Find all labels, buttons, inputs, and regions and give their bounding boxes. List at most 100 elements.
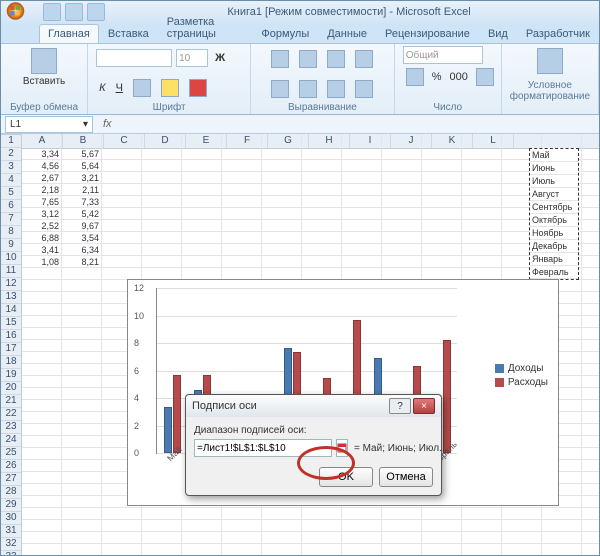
- cell-A3[interactable]: 2,67: [22, 172, 62, 184]
- undo-icon[interactable]: [65, 3, 83, 21]
- align-left[interactable]: [268, 78, 292, 100]
- row-header-2[interactable]: 2: [1, 148, 21, 161]
- row-header-8[interactable]: 8: [1, 226, 21, 239]
- italic-button[interactable]: К: [96, 80, 108, 96]
- tab-developer[interactable]: Разработчик: [517, 24, 599, 43]
- cell-B4[interactable]: 2,11: [62, 184, 102, 196]
- tab-formulas[interactable]: Формулы: [252, 24, 318, 43]
- align-middle[interactable]: [296, 48, 320, 70]
- cell-A7[interactable]: 2,52: [22, 220, 62, 232]
- font-color-button[interactable]: [186, 77, 210, 99]
- paste-button[interactable]: [28, 46, 60, 76]
- dialog-titlebar[interactable]: Подписи оси ? ×: [186, 395, 441, 417]
- cell-A4[interactable]: 2,18: [22, 184, 62, 196]
- cell-B3[interactable]: 3,21: [62, 172, 102, 184]
- cell-B10[interactable]: 8,21: [62, 256, 102, 268]
- ok-button[interactable]: OK: [319, 467, 373, 487]
- row-header-14[interactable]: 14: [1, 304, 21, 317]
- row-header-15[interactable]: 15: [1, 317, 21, 330]
- cell-L-Февраль[interactable]: Февраль: [530, 266, 578, 279]
- row-header-27[interactable]: 27: [1, 473, 21, 486]
- cell-B7[interactable]: 9,67: [62, 220, 102, 232]
- cell-B6[interactable]: 5,42: [62, 208, 102, 220]
- row-header-10[interactable]: 10: [1, 252, 21, 265]
- cell-B5[interactable]: 7,33: [62, 196, 102, 208]
- cancel-button[interactable]: Отмена: [379, 467, 433, 487]
- wrap-text[interactable]: [352, 48, 376, 70]
- row-header-12[interactable]: 12: [1, 278, 21, 291]
- currency-button[interactable]: [403, 66, 427, 88]
- font-size-select[interactable]: 10: [176, 49, 208, 67]
- tab-data[interactable]: Данные: [318, 24, 376, 43]
- cell-L-Январь[interactable]: Январь: [530, 253, 578, 266]
- dialog-close-button[interactable]: ×: [413, 398, 435, 414]
- row-header-32[interactable]: 32: [1, 538, 21, 551]
- tab-insert[interactable]: Вставка: [99, 24, 158, 43]
- cell-A8[interactable]: 6,88: [22, 232, 62, 244]
- cell-A2[interactable]: 4,56: [22, 160, 62, 172]
- align-bottom[interactable]: [324, 48, 348, 70]
- bold-button[interactable]: Ж: [212, 50, 228, 66]
- cell-L-Декабрь[interactable]: Декабрь: [530, 240, 578, 253]
- tab-view[interactable]: Вид: [479, 24, 517, 43]
- row-header-21[interactable]: 21: [1, 395, 21, 408]
- align-top[interactable]: [268, 48, 292, 70]
- cell-B2[interactable]: 5,64: [62, 160, 102, 172]
- row-header-13[interactable]: 13: [1, 291, 21, 304]
- merge-center[interactable]: [352, 78, 376, 100]
- row-header-11[interactable]: 11: [1, 265, 21, 278]
- row-header-22[interactable]: 22: [1, 408, 21, 421]
- row-header-31[interactable]: 31: [1, 525, 21, 538]
- collapse-dialog-button[interactable]: [336, 439, 348, 457]
- redo-icon[interactable]: [87, 3, 105, 21]
- row-header-1[interactable]: 1: [1, 135, 21, 148]
- cell-A5[interactable]: 7,65: [22, 196, 62, 208]
- cell-L-Октябрь[interactable]: Октябрь: [530, 214, 578, 227]
- cell-A1[interactable]: 3,34: [22, 148, 62, 160]
- row-header-16[interactable]: 16: [1, 330, 21, 343]
- fill-color-button[interactable]: [158, 77, 182, 99]
- row-header-6[interactable]: 6: [1, 200, 21, 213]
- cell-A6[interactable]: 3,12: [22, 208, 62, 220]
- align-center[interactable]: [296, 78, 320, 100]
- percent-button[interactable]: %: [429, 66, 445, 88]
- cell-L-Июнь[interactable]: Июнь: [530, 162, 578, 175]
- row-header-4[interactable]: 4: [1, 174, 21, 187]
- cell-L-Июль[interactable]: Июль: [530, 175, 578, 188]
- cell-A10[interactable]: 1,08: [22, 256, 62, 268]
- row-header-18[interactable]: 18: [1, 356, 21, 369]
- number-format-select[interactable]: Общий: [403, 46, 483, 64]
- row-header-28[interactable]: 28: [1, 486, 21, 499]
- cell-L-Сентябрь[interactable]: Сентябрь: [530, 201, 578, 214]
- inc-decimal[interactable]: [473, 66, 497, 88]
- row-header-24[interactable]: 24: [1, 434, 21, 447]
- row-header-9[interactable]: 9: [1, 239, 21, 252]
- row-header-17[interactable]: 17: [1, 343, 21, 356]
- axis-range-input[interactable]: [194, 439, 332, 457]
- row-header-20[interactable]: 20: [1, 382, 21, 395]
- save-icon[interactable]: [43, 3, 61, 21]
- row-header-26[interactable]: 26: [1, 460, 21, 473]
- cells[interactable]: 3,345,674,565,642,673,212,182,117,657,33…: [22, 148, 102, 268]
- cell-B1[interactable]: 5,67: [62, 148, 102, 160]
- cell-B9[interactable]: 6,34: [62, 244, 102, 256]
- align-right[interactable]: [324, 78, 348, 100]
- row-header-5[interactable]: 5: [1, 187, 21, 200]
- row-header-23[interactable]: 23: [1, 421, 21, 434]
- cell-L-Май[interactable]: Май: [530, 149, 578, 162]
- office-button[interactable]: [3, 0, 35, 22]
- conditional-formatting-button[interactable]: [534, 46, 566, 76]
- underline-button[interactable]: Ч: [113, 80, 126, 96]
- dialog-help-button[interactable]: ?: [389, 398, 411, 414]
- row-header-25[interactable]: 25: [1, 447, 21, 460]
- row-header-30[interactable]: 30: [1, 512, 21, 525]
- row-header-33[interactable]: 33: [1, 551, 21, 555]
- tab-review[interactable]: Рецензирование: [376, 24, 479, 43]
- cell-B8[interactable]: 3,54: [62, 232, 102, 244]
- row-header-19[interactable]: 19: [1, 369, 21, 382]
- tab-home[interactable]: Главная: [39, 24, 99, 43]
- row-header-7[interactable]: 7: [1, 213, 21, 226]
- comma-button[interactable]: 000: [447, 66, 471, 88]
- fx-icon[interactable]: fx: [97, 118, 118, 130]
- cell-L-Август[interactable]: Август: [530, 188, 578, 201]
